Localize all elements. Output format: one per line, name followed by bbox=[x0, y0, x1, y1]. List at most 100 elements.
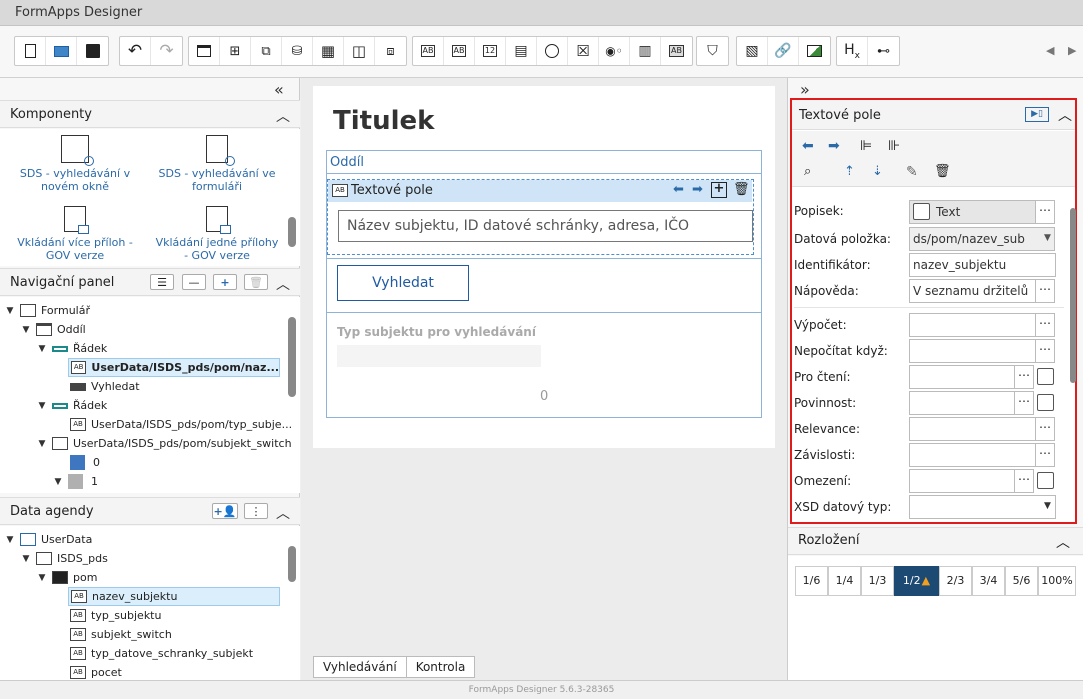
chevron-up-icon[interactable]: ︿ bbox=[276, 106, 290, 126]
tab-vyhledavani[interactable]: Vyhledávání bbox=[313, 656, 407, 678]
text-field-selected[interactable]: AB Textové pole ⬅ ➡ + 🗑 Název subjektu, … bbox=[327, 179, 754, 255]
procteni-more-button[interactable]: ⋯ bbox=[1014, 365, 1034, 389]
arrow-left-icon[interactable]: ⬅ bbox=[802, 138, 814, 154]
nepocitat-more-button[interactable]: ⋯ bbox=[1035, 339, 1055, 363]
subject-type-label[interactable]: Typ subjektu pro vyhledávání bbox=[337, 325, 536, 339]
link-button[interactable]: 🔗 bbox=[768, 37, 799, 65]
subject-type-placeholder[interactable] bbox=[337, 345, 541, 367]
move-left-icon[interactable]: ⬅ bbox=[673, 182, 684, 197]
search-field-icon[interactable]: ⌕ bbox=[804, 164, 811, 179]
omezeni-more-button[interactable]: ⋯ bbox=[1014, 469, 1034, 493]
data-header[interactable]: Data agendy +👤 ⋮ ︿ bbox=[0, 497, 300, 525]
add-icon[interactable]: + bbox=[711, 182, 727, 198]
text-field-button[interactable]: AB bbox=[413, 37, 444, 65]
chevron-up-icon[interactable]: ︿ bbox=[276, 274, 290, 294]
navigation-header[interactable]: Navigační panel ☰ — + 🗑 ︿ bbox=[0, 268, 300, 296]
napoveda-more-button[interactable]: ⋯ bbox=[1035, 279, 1055, 303]
tree-row[interactable]: AB typ_subjektu bbox=[70, 606, 161, 625]
tree-row-selected[interactable]: AB nazev_subjektu bbox=[68, 587, 280, 606]
tree-row[interactable]: AB UserData/ISDS_pds/pom/typ_subje... bbox=[70, 415, 292, 434]
time-field-button[interactable] bbox=[537, 37, 568, 65]
move-down-icon[interactable]: ⇣ bbox=[872, 164, 883, 179]
search-button[interactable]: Vyhledat bbox=[337, 265, 469, 301]
section-button[interactable] bbox=[189, 37, 220, 65]
zavislosti-more-button[interactable]: ⋯ bbox=[1035, 443, 1055, 467]
checkbox-button[interactable]: ☒ bbox=[568, 37, 599, 65]
tree-row[interactable]: AB subjekt_switch bbox=[70, 625, 172, 644]
search-input[interactable]: Název subjektu, ID datové schránky, adre… bbox=[338, 210, 753, 242]
components-scrollbar[interactable] bbox=[288, 217, 296, 247]
list-button[interactable]: ▥ bbox=[630, 37, 661, 65]
trash-icon[interactable]: 🗑 bbox=[934, 164, 951, 179]
popisek-more-button[interactable]: ⋯ bbox=[1035, 200, 1055, 224]
properties-scrollbar[interactable] bbox=[1070, 208, 1076, 383]
layout-option-1-3[interactable]: 1/3 bbox=[861, 566, 894, 596]
number-field-button[interactable]: 12 bbox=[475, 37, 506, 65]
data-scrollbar[interactable] bbox=[288, 546, 296, 582]
trash-icon[interactable]: 🗑 bbox=[733, 182, 750, 197]
align-left-icon[interactable]: ⊫ bbox=[860, 138, 872, 154]
undo-button[interactable]: ↶ bbox=[120, 37, 151, 65]
layout-option-1-2-selected[interactable]: 1/2▲ bbox=[894, 566, 939, 596]
tree-row[interactable]: AB typ_datove_schranky_subjekt bbox=[70, 644, 253, 663]
component-multi-attachment[interactable]: Vkládání více příloh - GOV verze bbox=[10, 206, 140, 262]
switch-button[interactable]: ⧉ bbox=[251, 37, 282, 65]
xsd-select[interactable] bbox=[909, 495, 1056, 519]
procteni-input[interactable] bbox=[909, 365, 1015, 389]
data-more-button[interactable]: ⋮ bbox=[244, 503, 268, 519]
separator-button[interactable]: ⊷ bbox=[868, 37, 899, 65]
move-up-icon[interactable]: ⇡ bbox=[844, 164, 855, 179]
add-row-button[interactable]: ⊞ bbox=[220, 37, 251, 65]
relevance-input[interactable] bbox=[909, 417, 1036, 441]
save-button[interactable] bbox=[77, 37, 108, 65]
povinnost-more-button[interactable]: ⋯ bbox=[1014, 391, 1034, 415]
tree-row[interactable]: ▼ UserData/ISDS_pds/pom/subjekt_switch bbox=[36, 434, 292, 453]
nav-separator-button[interactable]: — bbox=[182, 274, 206, 290]
chevron-down-icon[interactable]: ▼ bbox=[1044, 501, 1051, 511]
layout-option-1-6[interactable]: 1/6 bbox=[795, 566, 828, 596]
align-right-icon[interactable]: ⊪ bbox=[888, 138, 900, 154]
tree-row[interactable]: ▼ Řádek bbox=[36, 396, 108, 415]
nav-delete-button[interactable]: 🗑 bbox=[244, 274, 268, 290]
zavislosti-input[interactable] bbox=[909, 443, 1036, 467]
vypocet-more-button[interactable]: ⋯ bbox=[1035, 313, 1055, 337]
navigation-scrollbar[interactable] bbox=[288, 317, 296, 397]
redo-button[interactable]: ↷ bbox=[151, 37, 182, 65]
chevron-up-icon[interactable]: ︿ bbox=[1058, 105, 1072, 125]
omezeni-checkbox[interactable] bbox=[1037, 472, 1054, 489]
tree-row[interactable]: ▼ pom bbox=[36, 568, 97, 587]
tree-row-selected[interactable]: AB UserData/ISDS_pds/pom/naz... bbox=[68, 358, 280, 377]
stamp-button[interactable]: ⛉ bbox=[697, 37, 728, 65]
nav-add-button[interactable]: + bbox=[213, 274, 237, 290]
layout-option-1-4[interactable]: 1/4 bbox=[828, 566, 861, 596]
pencil-icon[interactable]: ✎ bbox=[906, 164, 918, 180]
tree-row[interactable]: Vyhledat bbox=[70, 377, 140, 396]
component-sds-in-form[interactable]: SDS - vyhledávání ve formuláři bbox=[152, 135, 282, 193]
readonly-field-button[interactable]: AB bbox=[661, 37, 692, 65]
tree-row[interactable]: ▼ 1 bbox=[52, 472, 98, 491]
procteni-checkbox[interactable] bbox=[1037, 368, 1054, 385]
collapse-props-icon[interactable]: ▶▯ bbox=[1025, 107, 1049, 122]
tab-kontrola[interactable]: Kontrola bbox=[406, 656, 476, 678]
popisek-checkbox[interactable] bbox=[913, 203, 930, 220]
layout-option-5-6[interactable]: 5/6 bbox=[1005, 566, 1038, 596]
arrow-right-icon[interactable]: ➡ bbox=[828, 138, 840, 154]
components-header[interactable]: Komponenty ︿ bbox=[0, 100, 300, 128]
rich-text-button[interactable]: ▧ bbox=[737, 37, 768, 65]
tree-row[interactable]: 0 bbox=[70, 453, 100, 472]
nav-collapse-all-button[interactable]: ☰ bbox=[150, 274, 174, 290]
heading-button[interactable]: Hx bbox=[837, 37, 868, 65]
layout-option-2-3[interactable]: 2/3 bbox=[939, 566, 972, 596]
nepocitat-input[interactable] bbox=[909, 339, 1036, 363]
layout-header[interactable]: Rozložení ︿ bbox=[788, 527, 1083, 555]
povinnost-input[interactable] bbox=[909, 391, 1015, 415]
layout-option-3-4[interactable]: 3/4 bbox=[972, 566, 1005, 596]
chevron-down-icon[interactable]: ▼ bbox=[1044, 233, 1051, 243]
vypocet-input[interactable] bbox=[909, 313, 1036, 337]
component-single-attachment[interactable]: Vkládání jedné přílohy - GOV verze bbox=[152, 206, 282, 262]
text-area-button[interactable]: AB bbox=[444, 37, 475, 65]
radio-button[interactable]: ◉◦ bbox=[599, 37, 630, 65]
form-title[interactable]: Titulek bbox=[333, 106, 434, 136]
layout-option-100[interactable]: 100% bbox=[1038, 566, 1076, 596]
columns-button[interactable]: ◫ bbox=[344, 37, 375, 65]
